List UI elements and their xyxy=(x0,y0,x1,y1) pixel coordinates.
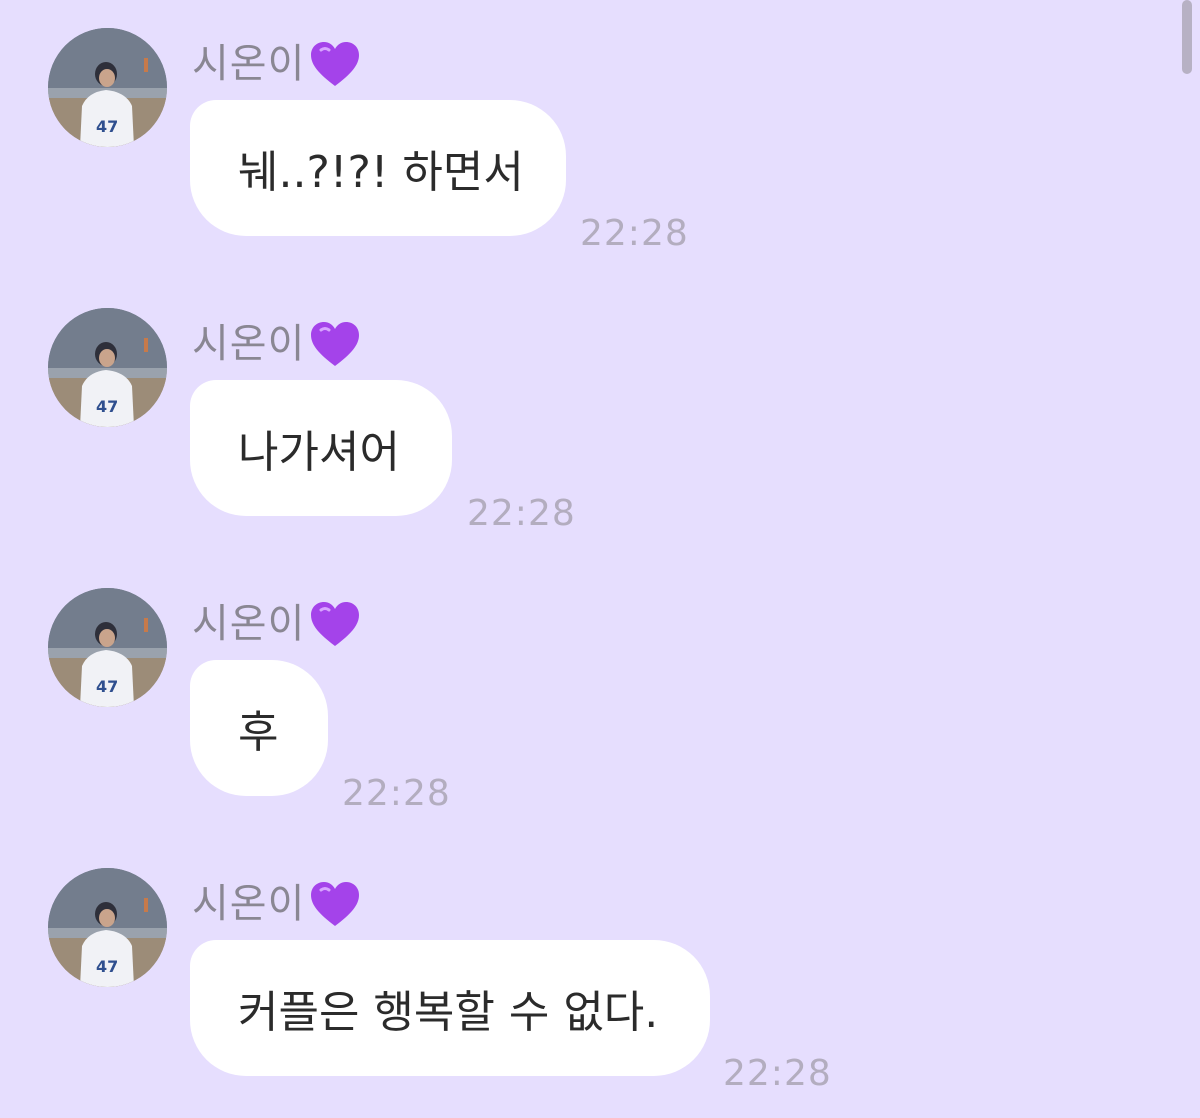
message-text: 나가셔어 xyxy=(238,427,400,478)
sender-name: 시온이 xyxy=(192,321,306,367)
purple-heart-icon xyxy=(311,42,360,86)
purple-heart-icon xyxy=(311,882,360,926)
message-bubble[interactable]: 눼..?!?! 하면서 xyxy=(190,100,566,236)
message-time: 22:28 xyxy=(580,213,689,254)
svg-text:47: 47 xyxy=(96,397,118,416)
chat-message: 47 시온이 나가셔어 22:28 xyxy=(0,308,1160,548)
sender-name: 시온이 xyxy=(192,881,306,927)
avatar[interactable]: 47 xyxy=(48,868,167,987)
sender-label: 시온이 xyxy=(192,36,361,92)
chat-message: 47 시온이 커플은 행복할 수 없다. 22:28 xyxy=(0,868,1160,1108)
message-time: 22:28 xyxy=(723,1053,832,1094)
sender-name: 시온이 xyxy=(192,41,306,87)
avatar[interactable]: 47 xyxy=(48,308,167,427)
avatar[interactable]: 47 xyxy=(48,588,167,707)
chat-message-list: 47 시온이 눼..?!?! 하면서 22:28 47 시온이 나가셔어 22:… xyxy=(0,0,1200,1118)
message-bubble[interactable]: 커플은 행복할 수 없다. xyxy=(190,940,710,1076)
scrollbar-thumb[interactable] xyxy=(1182,0,1192,74)
svg-text:47: 47 xyxy=(96,117,118,136)
svg-text:47: 47 xyxy=(96,957,118,976)
chat-message: 47 시온이 눼..?!?! 하면서 22:28 xyxy=(0,28,1160,268)
sender-label: 시온이 xyxy=(192,316,361,372)
message-bubble[interactable]: 후 xyxy=(190,660,328,796)
purple-heart-icon xyxy=(311,322,360,366)
purple-heart-icon xyxy=(311,602,360,646)
avatar[interactable]: 47 xyxy=(48,28,167,147)
chat-message: 47 시온이 후 22:28 xyxy=(0,588,1160,828)
message-time: 22:28 xyxy=(467,493,576,534)
scrollbar[interactable] xyxy=(1182,0,1192,1118)
message-bubble[interactable]: 나가셔어 xyxy=(190,380,452,516)
svg-text:47: 47 xyxy=(96,677,118,696)
sender-label: 시온이 xyxy=(192,596,361,652)
message-text: 커플은 행복할 수 없다. xyxy=(238,987,659,1038)
message-time: 22:28 xyxy=(342,773,451,814)
sender-label: 시온이 xyxy=(192,876,361,932)
message-text: 눼..?!?! 하면서 xyxy=(238,147,524,198)
message-text: 후 xyxy=(238,707,279,758)
sender-name: 시온이 xyxy=(192,601,306,647)
